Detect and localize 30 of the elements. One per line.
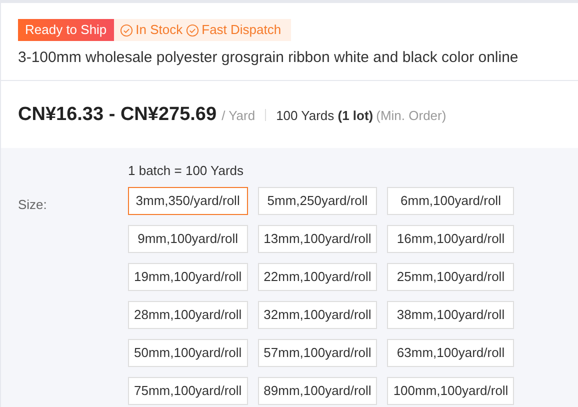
min-order-text: 100 Yards (1 lot) (276, 106, 374, 125)
check-circle-icon (120, 24, 133, 36)
size-option[interactable]: 32mm,100yard/roll (258, 300, 378, 328)
price-range: CN¥16.33 - CN¥275.69 (18, 102, 217, 126)
size-option[interactable]: 100mm,100yard/roll (387, 376, 514, 404)
size-option[interactable]: 89mm,100yard/roll (258, 376, 378, 404)
min-order-label: (Min. Order) (376, 106, 446, 125)
feature-text: Fast Dispatch (202, 21, 282, 39)
product-title: 3-100mm wholesale polyester grosgrain ribbon white and black color online (18, 48, 520, 68)
size-option[interactable]: 28mm,100yard/roll (128, 300, 248, 328)
size-option[interactable]: 50mm,100yard/roll (128, 338, 248, 366)
feature-text: In Stock (136, 21, 183, 39)
size-option[interactable]: 22mm,100yard/roll (258, 262, 378, 290)
size-option[interactable]: 5mm,250yard/roll (258, 186, 378, 214)
size-option[interactable]: 3mm,350/yard/roll (128, 186, 248, 214)
size-option[interactable]: 19mm,100yard/roll (128, 262, 248, 290)
size-option[interactable]: 13mm,100yard/roll (258, 224, 378, 252)
size-option[interactable]: 9mm,100yard/roll (128, 224, 248, 252)
ready-to-ship-badge: Ready to Ship (18, 19, 114, 41)
size-option[interactable]: 57mm,100yard/roll (258, 338, 378, 366)
price-unit: / Yard (222, 106, 256, 124)
size-option[interactable]: 75mm,100yard/roll (128, 376, 248, 404)
size-option[interactable]: 16mm,100yard/roll (387, 224, 514, 252)
size-label: Size: (18, 196, 48, 214)
size-option[interactable]: 25mm,100yard/roll (387, 262, 514, 290)
batch-note: 1 batch = 100 Yards (128, 162, 245, 180)
size-option[interactable]: 38mm,100yard/roll (387, 300, 514, 328)
check-circle-icon (186, 24, 199, 36)
size-option[interactable]: 6mm,100yard/roll (387, 186, 514, 214)
size-option[interactable]: 63mm,100yard/roll (387, 338, 514, 366)
